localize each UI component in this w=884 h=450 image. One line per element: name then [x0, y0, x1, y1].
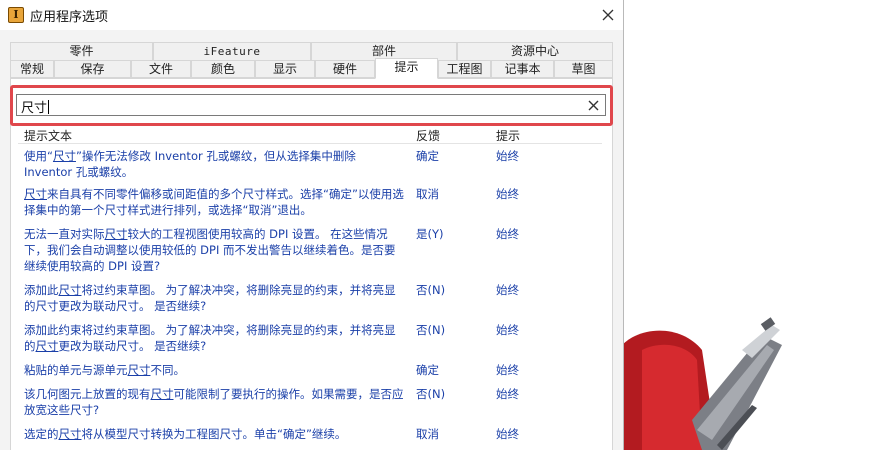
prompt-feedback[interactable]: 否(N): [416, 282, 445, 298]
list-item[interactable]: 无法一直对实际尺寸较大的工程视图使用较高的 DPI 设置。 在这些情况下，我们会…: [18, 226, 602, 274]
prompt-text: 尺寸来自具有不同零件偏移或间距值的多个尺寸样式。选择“确定”以使用选择集中的第一…: [24, 187, 404, 217]
prompt-feedback[interactable]: 否(N): [416, 322, 445, 338]
tab-prompts[interactable]: 提示: [375, 58, 438, 79]
prompt-show[interactable]: 始终: [496, 226, 519, 242]
list-item[interactable]: 选定的尺寸将从模型尺寸转换为工程图尺寸。单击“确定”继续。 取消 始终: [18, 426, 602, 442]
list-item[interactable]: 添加此尺寸将过约束草图。 为了解决冲突，将删除亮显的约束，并将亮显的尺寸更改为联…: [18, 282, 602, 314]
tab-row-top: 零件 iFeature 部件 资源中心: [10, 42, 613, 60]
tab-sketch[interactable]: 草图: [554, 60, 613, 78]
prompt-feedback[interactable]: 否(N): [416, 386, 445, 402]
prompt-text: 使用“尺寸”操作无法修改 Inventor 孔或螺纹，但从选择集中删除 Inve…: [24, 149, 356, 179]
tab-hardware[interactable]: 硬件: [315, 60, 375, 78]
prompt-text: 无法一直对实际尺寸较大的工程视图使用较高的 DPI 设置。 在这些情况下，我们会…: [24, 227, 396, 273]
background-3d-model: [622, 0, 884, 450]
tab-row-bottom: 常规 保存 文件 颜色 显示 硬件 提示 工程图 记事本 草图: [10, 58, 613, 79]
list-item[interactable]: 添加此约束将过约束草图。 为了解决冲突，将删除亮显的约束，并将亮显的尺寸更改为联…: [18, 322, 602, 354]
tab-display[interactable]: 显示: [255, 60, 315, 78]
prompt-show[interactable]: 始终: [496, 148, 519, 164]
search-input-value: 尺寸: [21, 100, 50, 116]
application-options-dialog: I 应用程序选项 零件 iFeature 部件 资源中心 常规 保存 文件 颜色…: [0, 0, 624, 450]
prompt-feedback[interactable]: 确定: [416, 362, 439, 378]
prompt-show[interactable]: 始终: [496, 362, 519, 378]
prompt-feedback[interactable]: 取消: [416, 186, 439, 202]
prompt-show[interactable]: 始终: [496, 426, 519, 442]
prompt-text: 粘贴的单元与源单元尺寸不同。: [24, 363, 185, 377]
tab-save[interactable]: 保存: [54, 60, 131, 78]
list-item[interactable]: 尺寸来自具有不同零件偏移或间距值的多个尺寸样式。选择“确定”以使用选择集中的第一…: [18, 186, 602, 218]
tab-general[interactable]: 常规: [10, 60, 54, 78]
list-item[interactable]: 粘贴的单元与源单元尺寸不同。 确定 始终: [18, 362, 602, 378]
prompt-show[interactable]: 始终: [496, 282, 519, 298]
clear-icon[interactable]: [587, 99, 600, 112]
prompt-list-header: 提示文本 反馈 提示: [18, 127, 602, 144]
prompt-text: 选定的尺寸将从模型尺寸转换为工程图尺寸。单击“确定”继续。: [24, 427, 347, 441]
prompt-feedback[interactable]: 确定: [416, 148, 439, 164]
prompt-text: 该几何图元上放置的现有尺寸可能限制了要执行的操作。如果需要，是否应放宽这些尺寸?: [24, 387, 404, 417]
tab-colors[interactable]: 颜色: [191, 60, 255, 78]
list-item[interactable]: 该几何图元上放置的现有尺寸可能限制了要执行的操作。如果需要，是否应放宽这些尺寸?…: [18, 386, 602, 418]
tab-drawing[interactable]: 工程图: [438, 60, 491, 78]
tab-ifeature[interactable]: iFeature: [153, 42, 311, 60]
tab-notebook[interactable]: 记事本: [491, 60, 554, 78]
inventor-app-icon: I: [8, 7, 24, 23]
tab-part[interactable]: 零件: [10, 42, 153, 60]
tab-file[interactable]: 文件: [131, 60, 191, 78]
list-item[interactable]: 使用“尺寸”操作无法修改 Inventor 孔或螺纹，但从选择集中删除 Inve…: [18, 148, 602, 180]
prompt-show[interactable]: 始终: [496, 322, 519, 338]
close-icon: [602, 9, 614, 21]
prompt-feedback[interactable]: 是(Y): [416, 226, 444, 242]
search-input[interactable]: 尺寸: [16, 94, 606, 116]
prompt-show[interactable]: 始终: [496, 386, 519, 402]
title-bar: I 应用程序选项: [0, 0, 623, 30]
prompt-feedback[interactable]: 取消: [416, 426, 439, 442]
column-header-text[interactable]: 提示文本: [24, 127, 72, 144]
prompt-text: 添加此约束将过约束草图。 为了解决冲突，将删除亮显的约束，并将亮显的尺寸更改为联…: [24, 323, 396, 353]
column-header-feedback[interactable]: 反馈: [416, 127, 440, 144]
close-button[interactable]: [592, 0, 623, 30]
tab-content-center[interactable]: 资源中心: [457, 42, 613, 60]
column-header-prompt[interactable]: 提示: [496, 127, 520, 144]
dialog-title: 应用程序选项: [30, 10, 109, 25]
prompt-show[interactable]: 始终: [496, 186, 519, 202]
prompt-text: 添加此尺寸将过约束草图。 为了解决冲突，将删除亮显的约束，并将亮显的尺寸更改为联…: [24, 283, 396, 313]
